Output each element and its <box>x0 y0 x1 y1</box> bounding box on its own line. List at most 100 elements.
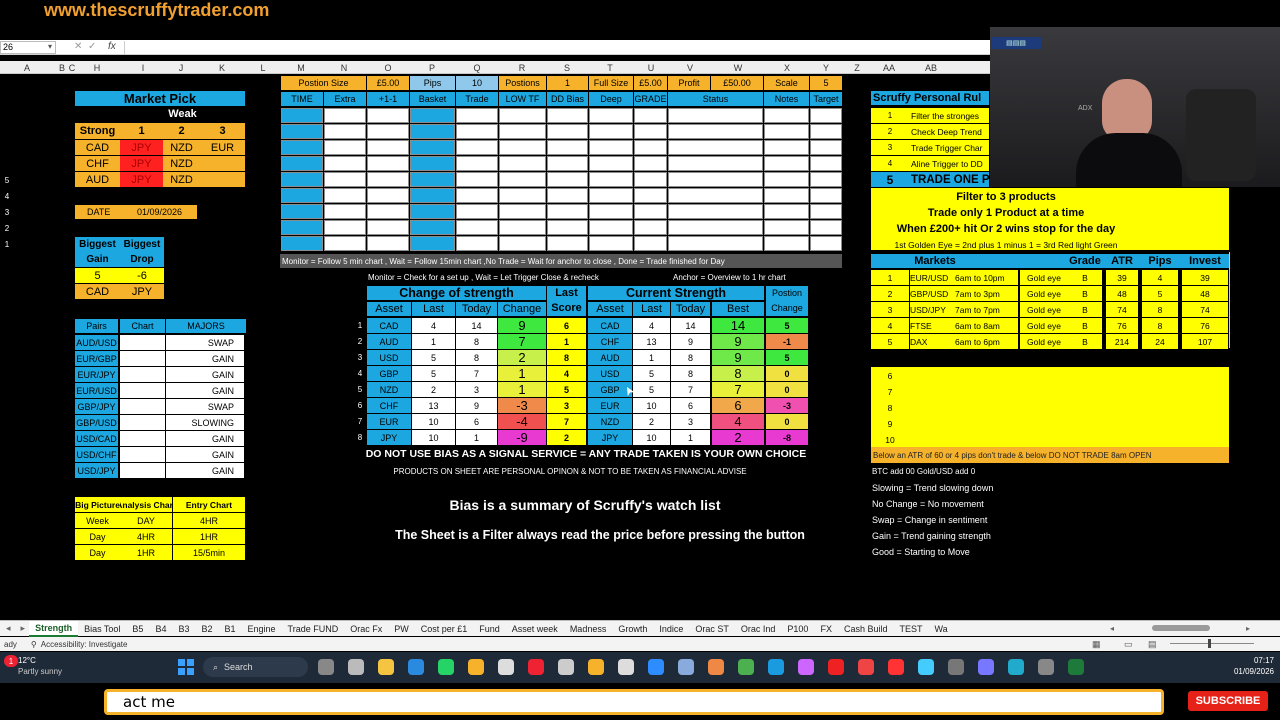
trade-cell[interactable] <box>764 124 809 139</box>
trade-cell[interactable] <box>324 236 366 251</box>
trade-cell[interactable] <box>281 140 323 155</box>
column-header[interactable]: L <box>251 61 275 74</box>
tab-cost-per-1[interactable]: Cost per £1 <box>415 621 474 637</box>
trade-cell[interactable] <box>410 220 455 235</box>
edge-icon[interactable] <box>408 659 424 675</box>
app-icon[interactable] <box>468 659 484 675</box>
trade-cell[interactable] <box>764 188 809 203</box>
zoom-slider[interactable] <box>1170 643 1254 644</box>
trade-cell[interactable] <box>367 220 409 235</box>
trade-cell[interactable] <box>810 236 842 251</box>
formula-input[interactable] <box>124 41 984 54</box>
trade-cell[interactable] <box>456 236 498 251</box>
edge-icon[interactable] <box>768 659 784 675</box>
clock-time[interactable]: 07:17 <box>1210 656 1274 665</box>
tab-fx[interactable]: FX <box>814 621 838 637</box>
trade-cell[interactable] <box>410 236 455 251</box>
column-header[interactable]: U <box>639 61 663 74</box>
trade-cell[interactable] <box>499 124 546 139</box>
trade-cell[interactable] <box>456 220 498 235</box>
trade-cell[interactable] <box>668 156 763 171</box>
pair-name[interactable]: EUR/JPY <box>75 367 118 382</box>
trade-cell[interactable] <box>634 108 667 123</box>
subscribe-button[interactable]: SUBSCRIBE <box>1188 691 1268 711</box>
trade-cell[interactable] <box>764 140 809 155</box>
column-header[interactable]: Y <box>814 61 838 74</box>
tab-cash-build[interactable]: Cash Build <box>838 621 894 637</box>
column-header[interactable]: P <box>420 61 444 74</box>
column-header[interactable]: A <box>15 61 39 74</box>
tab-orac-fx[interactable]: Orac Fx <box>344 621 388 637</box>
taskbar-search[interactable]: ⌕ Search <box>203 657 308 677</box>
trade-cell[interactable] <box>810 124 842 139</box>
trade-cell[interactable] <box>456 156 498 171</box>
chat-icon[interactable] <box>558 659 574 675</box>
column-header[interactable]: O <box>376 61 400 74</box>
trade-cell[interactable] <box>499 108 546 123</box>
trade-cell[interactable] <box>764 236 809 251</box>
trade-cell[interactable] <box>324 188 366 203</box>
column-header[interactable]: I <box>131 61 155 74</box>
clock-date[interactable]: 01/09/2026 <box>1210 667 1274 676</box>
trade-cell[interactable] <box>367 124 409 139</box>
scroll-left-icon[interactable]: ◂ <box>1110 624 1114 633</box>
trade-cell[interactable] <box>634 140 667 155</box>
trade-cell[interactable] <box>547 140 588 155</box>
trade-cell[interactable] <box>324 108 366 123</box>
trade-cell[interactable] <box>810 108 842 123</box>
chevron-down-icon[interactable]: ▾ <box>48 42 52 51</box>
pair-chart[interactable] <box>120 431 165 446</box>
column-header[interactable]: N <box>332 61 356 74</box>
trade-cell[interactable] <box>668 204 763 219</box>
trade-cell[interactable] <box>367 140 409 155</box>
trade-cell[interactable] <box>456 188 498 203</box>
tab-orac-st[interactable]: Orac ST <box>689 621 735 637</box>
trade-cell[interactable] <box>456 124 498 139</box>
tab-strength[interactable]: Strength <box>29 620 79 637</box>
app-icon[interactable] <box>888 659 904 675</box>
column-header[interactable]: J <box>169 61 193 74</box>
trade-cell[interactable] <box>810 172 842 187</box>
trade-cell[interactable] <box>634 124 667 139</box>
trade-cell[interactable] <box>634 220 667 235</box>
trade-cell[interactable] <box>410 204 455 219</box>
trade-cell[interactable] <box>499 220 546 235</box>
trade-cell[interactable] <box>547 204 588 219</box>
trade-cell[interactable] <box>410 188 455 203</box>
task-view-icon[interactable] <box>318 659 334 675</box>
trade-cell[interactable] <box>367 108 409 123</box>
trade-cell[interactable] <box>281 156 323 171</box>
trade-cell[interactable] <box>668 188 763 203</box>
trade-cell[interactable] <box>281 204 323 219</box>
pair-chart[interactable] <box>120 399 165 414</box>
column-header[interactable]: K <box>210 61 234 74</box>
trade-cell[interactable] <box>634 156 667 171</box>
trade-cell[interactable] <box>324 172 366 187</box>
trade-cell[interactable] <box>324 124 366 139</box>
zoom-thumb[interactable] <box>1208 639 1211 648</box>
tab-growth[interactable]: Growth <box>612 621 653 637</box>
trade-cell[interactable] <box>810 220 842 235</box>
tab-b3[interactable]: B3 <box>172 621 195 637</box>
trade-cell[interactable] <box>456 108 498 123</box>
app-icon[interactable] <box>1038 659 1054 675</box>
pair-chart[interactable] <box>120 415 165 430</box>
trade-cell[interactable] <box>668 124 763 139</box>
trade-cell[interactable] <box>668 172 763 187</box>
trade-cell[interactable] <box>410 140 455 155</box>
column-header[interactable]: C <box>60 61 84 74</box>
vpn-icon[interactable] <box>978 659 994 675</box>
trade-cell[interactable] <box>810 188 842 203</box>
pair-chart[interactable] <box>120 463 165 478</box>
tab-bias-tool[interactable]: Bias Tool <box>78 621 126 637</box>
trade-cell[interactable] <box>324 204 366 219</box>
cancel-icon[interactable]: ✕ <box>74 41 82 52</box>
trade-cell[interactable] <box>589 236 633 251</box>
trade-cell[interactable] <box>281 124 323 139</box>
trade-cell[interactable] <box>810 140 842 155</box>
trade-cell[interactable] <box>668 220 763 235</box>
tab-indice[interactable]: Indice <box>653 621 689 637</box>
trade-cell[interactable] <box>589 156 633 171</box>
trade-cell[interactable] <box>367 156 409 171</box>
trade-cell[interactable] <box>634 188 667 203</box>
